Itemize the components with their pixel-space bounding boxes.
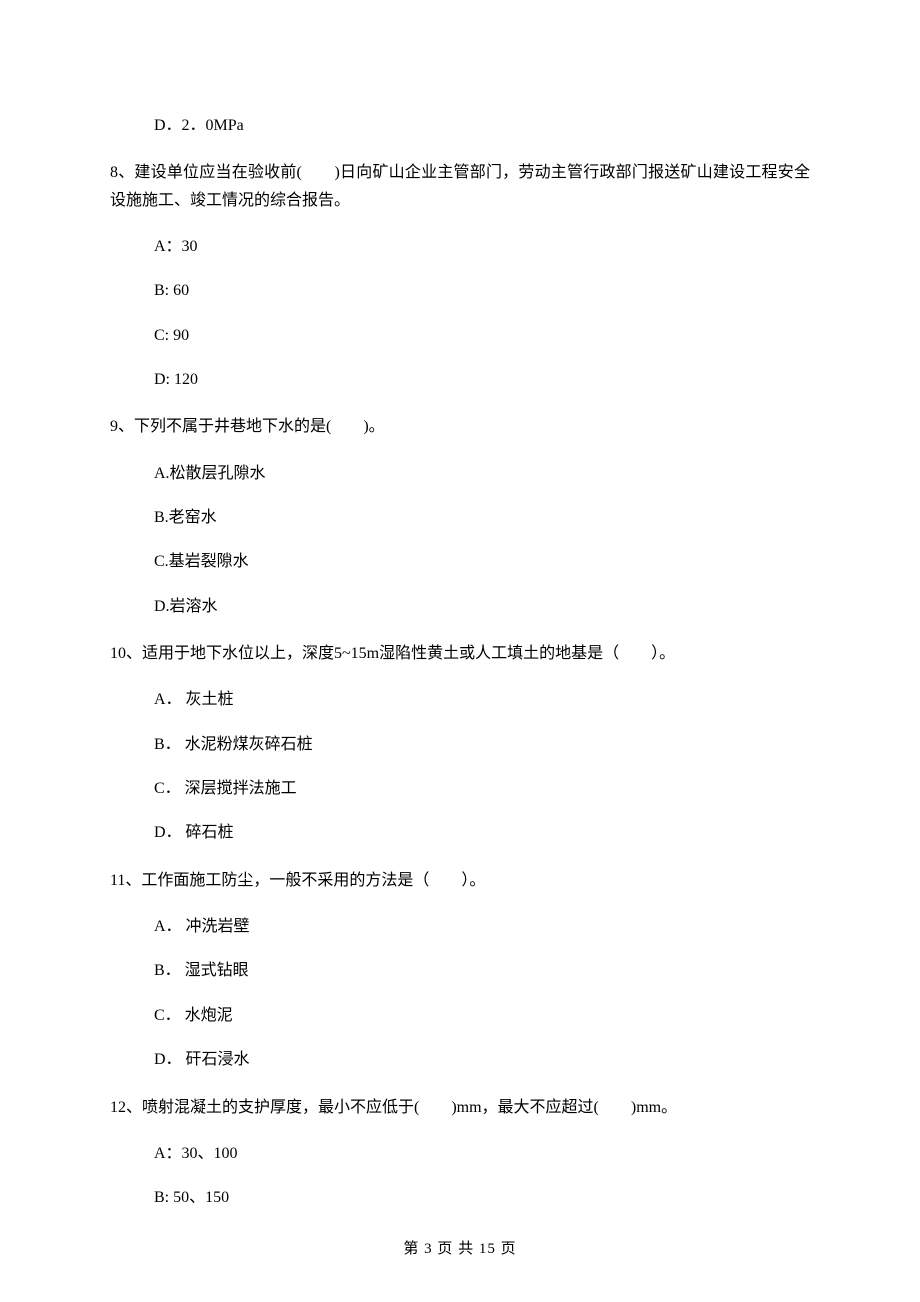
q10-option-a: A． 灰土桩 [154,689,810,711]
q9-option-d: D.岩溶水 [154,596,810,618]
q8-text: 8、建设单位应当在验收前( )日向矿山企业主管部门，劳动主管行政部门报送矿山建设… [110,159,810,213]
q9-option-b: B.老窑水 [154,507,810,529]
q12-option-a: A：30、100 [154,1143,810,1165]
q8-option-b: B: 60 [154,280,810,302]
q11-options: A． 冲洗岩壁 B． 湿式钻眼 C． 水炮泥 D． 矸石浸水 [110,916,810,1072]
q11-option-d: D． 矸石浸水 [154,1049,810,1071]
page: D．2．0MPa 8、建设单位应当在验收前( )日向矿山企业主管部门，劳动主管行… [0,0,920,1302]
q9-text: 9、下列不属于井巷地下水的是( )。 [110,413,810,440]
page-footer: 第 3 页 共 15 页 [0,1239,920,1260]
q11-text: 11、工作面施工防尘，一般不采用的方法是（ ）。 [110,867,810,894]
q12-text: 12、喷射混凝土的支护厚度，最小不应低于( )mm，最大不应超过( )mm。 [110,1094,810,1121]
q9-option-c: C.基岩裂隙水 [154,551,810,573]
q11-option-b: B． 湿式钻眼 [154,960,810,982]
q9-options: A.松散层孔隙水 B.老窑水 C.基岩裂隙水 D.岩溶水 [110,463,810,619]
q10-option-c: C． 深层搅拌法施工 [154,778,810,800]
q12-option-b: B: 50、150 [154,1187,810,1209]
q11-option-c: C． 水炮泥 [154,1005,810,1027]
q11-option-a: A． 冲洗岩壁 [154,916,810,938]
q8-option-d: D: 120 [154,369,810,391]
q10-option-d: D． 碎石桩 [154,822,810,844]
q8-option-a: A：30 [154,236,810,258]
q10-option-b: B． 水泥粉煤灰碎石桩 [154,734,810,756]
q7-option-d: D．2．0MPa [154,115,810,137]
q8-option-c: C: 90 [154,325,810,347]
q12-options: A：30、100 B: 50、150 [110,1143,810,1210]
q8-options: A：30 B: 60 C: 90 D: 120 [110,236,810,392]
q9-option-a: A.松散层孔隙水 [154,463,810,485]
q10-text: 10、适用于地下水位以上，深度5~15m湿陷性黄土或人工填土的地基是（ ）。 [110,640,810,667]
q10-options: A． 灰土桩 B． 水泥粉煤灰碎石桩 C． 深层搅拌法施工 D． 碎石桩 [110,689,810,845]
